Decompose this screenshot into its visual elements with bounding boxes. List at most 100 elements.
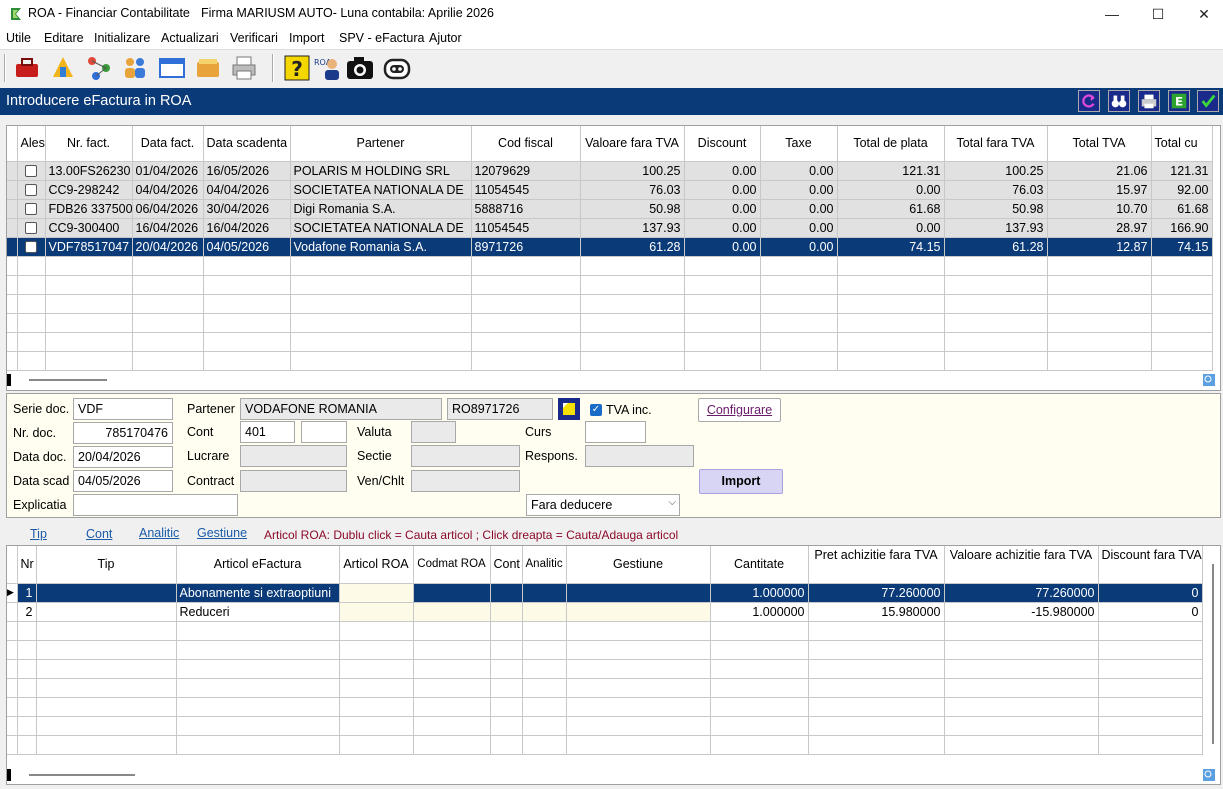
print-icon[interactable]	[1138, 90, 1160, 112]
hierarchy-icon[interactable]	[48, 53, 78, 83]
col-data-fact[interactable]: Data fact.	[132, 126, 204, 162]
valuta-field[interactable]	[411, 421, 456, 443]
partener-field[interactable]: VODAFONE ROMANIA	[240, 398, 442, 420]
col-nr-fact[interactable]: Nr. fact.	[45, 126, 133, 162]
ven-chlt-field[interactable]	[411, 470, 520, 492]
partner-cui-field[interactable]: RO8971726	[447, 398, 553, 420]
col-valoare-achizitie[interactable]: Valoare achizitie fara TVA	[944, 546, 1099, 584]
excel-icon[interactable]: E	[1168, 90, 1190, 112]
cont-field[interactable]: 401	[240, 421, 295, 443]
select-checkbox[interactable]	[25, 241, 37, 254]
col-valoare-fara-tva[interactable]: Valoare fara TVA	[580, 126, 685, 162]
col-ales[interactable]: Ales	[17, 126, 46, 162]
cell-tip[interactable]	[36, 583, 177, 603]
select-checkbox[interactable]	[25, 203, 37, 216]
binoculars-icon[interactable]	[1108, 90, 1130, 112]
col-codmat-roa[interactable]: Codmat ROA	[413, 546, 491, 584]
invoice-row[interactable]: FDB26 337500 06/04/2026 30/04/2026 Digi …	[7, 199, 1213, 219]
tip-link[interactable]: Tip	[30, 527, 47, 541]
import-button[interactable]: Import	[699, 469, 783, 494]
grid-zoom-icon[interactable]	[1203, 374, 1215, 386]
nr-doc-field[interactable]: 785170476	[73, 422, 173, 444]
col-total-de-plata[interactable]: Total de plata	[837, 126, 945, 162]
robot-icon[interactable]	[382, 53, 412, 83]
wallet-icon[interactable]	[193, 53, 223, 83]
col-partener[interactable]: Partener	[290, 126, 472, 162]
col-gestiune[interactable]: Gestiune	[566, 546, 711, 584]
respons-field[interactable]	[585, 445, 694, 467]
col-data-scadenta[interactable]: Data scadenta	[203, 126, 291, 162]
analitic-link[interactable]: Analitic	[139, 526, 179, 540]
col-articol-roa[interactable]: Articol ROA	[339, 546, 414, 584]
menu-actualizari[interactable]: Actualizari	[161, 31, 219, 45]
col-cod-fiscal[interactable]: Cod fiscal	[471, 126, 581, 162]
invoice-row-selected[interactable]: VDF78517047 20/04/2026 04/05/2026 Vodafo…	[7, 237, 1213, 257]
cell-articol-roa[interactable]	[339, 583, 414, 603]
col-nr[interactable]: Nr	[17, 546, 37, 584]
select-checkbox[interactable]	[25, 165, 37, 178]
col-total-fara-tva[interactable]: Total fara TVA	[944, 126, 1048, 162]
invoice-horizontal-scrollbar[interactable]	[7, 373, 1220, 387]
cell-analitic[interactable]	[522, 602, 567, 622]
scroll-thumb[interactable]	[29, 379, 107, 381]
invoice-row[interactable]: CC9-300400 16/04/2026 16/04/2026 SOCIETA…	[7, 218, 1213, 238]
roa-user-icon[interactable]: ROA	[312, 53, 342, 83]
minimize-button[interactable]: —	[1089, 0, 1135, 28]
article-row-selected[interactable]: ▶ 1 Abonamente si extraoptiuni 1.000000 …	[7, 583, 1203, 603]
cell-gestiune[interactable]	[566, 583, 711, 603]
menu-utile[interactable]: Utile	[6, 31, 31, 45]
select-checkbox[interactable]	[25, 184, 37, 197]
network-icon[interactable]	[84, 53, 114, 83]
select-checkbox[interactable]	[25, 222, 37, 235]
refresh-icon[interactable]	[1078, 90, 1100, 112]
help-icon[interactable]: ?	[282, 53, 312, 83]
explicatia-field[interactable]	[73, 494, 238, 516]
col-analitic[interactable]: Analitic	[522, 546, 567, 584]
menu-initializare[interactable]: Initializare	[94, 31, 150, 45]
menu-verificari[interactable]: Verificari	[230, 31, 278, 45]
toolbox-icon[interactable]	[12, 53, 42, 83]
configurare-button[interactable]: Configurare	[698, 398, 781, 422]
cell-cont[interactable]	[490, 602, 523, 622]
col-tip[interactable]: Tip	[36, 546, 177, 584]
col-articol-efactura[interactable]: Articol eFactura	[176, 546, 340, 584]
col-pret-achizitie[interactable]: Pret achizitie fara TVA	[808, 546, 945, 584]
data-scad-field[interactable]: 04/05/2026	[73, 470, 173, 492]
cont-analitic-field[interactable]	[301, 421, 347, 443]
menu-ajutor[interactable]: Ajutor	[429, 31, 462, 45]
cell-articol-roa[interactable]	[339, 602, 414, 622]
deducere-select[interactable]: Fara deducere ⌵	[526, 494, 680, 516]
menu-editare[interactable]: Editare	[44, 31, 84, 45]
lucrare-field[interactable]	[240, 445, 347, 467]
serie-field[interactable]: VDF	[73, 398, 173, 420]
col-discount-fara-tva[interactable]: Discount fara TVA	[1098, 546, 1203, 584]
cell-analitic[interactable]	[522, 583, 567, 603]
confirm-icon[interactable]	[1197, 90, 1219, 112]
scroll-thumb[interactable]	[1212, 564, 1214, 744]
col-taxe[interactable]: Taxe	[760, 126, 838, 162]
cell-gestiune[interactable]	[566, 602, 711, 622]
maximize-button[interactable]: ☐	[1135, 0, 1181, 28]
partner-lookup-icon[interactable]	[558, 398, 580, 420]
invoice-row[interactable]: 13.00FS26230 01/04/2026 16/05/2026 POLAR…	[7, 161, 1213, 181]
article-row[interactable]: 2 Reduceri 1.000000 15.980000 -15.980000…	[7, 602, 1203, 622]
col-discount[interactable]: Discount	[684, 126, 761, 162]
gestiune-link[interactable]: Gestiune	[197, 526, 247, 540]
col-cont[interactable]: Cont	[490, 546, 523, 584]
col-total-tva[interactable]: Total TVA	[1047, 126, 1152, 162]
menu-spv-efactura[interactable]: SPV - eFactura	[339, 31, 424, 45]
cell-cont[interactable]	[490, 583, 523, 603]
tva-inc-checkbox[interactable]: ✓	[590, 404, 602, 416]
camera-icon[interactable]	[345, 53, 375, 83]
users-icon[interactable]	[120, 53, 150, 83]
col-cantitate[interactable]: Cantitate	[710, 546, 809, 584]
cell-tip[interactable]	[36, 602, 177, 622]
sectie-field[interactable]	[411, 445, 520, 467]
article-vertical-scrollbar[interactable]	[1206, 564, 1220, 764]
invoice-row[interactable]: CC9-298242 04/04/2026 04/04/2026 SOCIETA…	[7, 180, 1213, 200]
cont-link[interactable]: Cont	[86, 527, 112, 541]
close-button[interactable]: ✕	[1181, 0, 1223, 28]
printer-icon[interactable]	[229, 53, 259, 83]
menu-import[interactable]: Import	[289, 31, 324, 45]
article-horizontal-scrollbar[interactable]	[7, 768, 1220, 782]
